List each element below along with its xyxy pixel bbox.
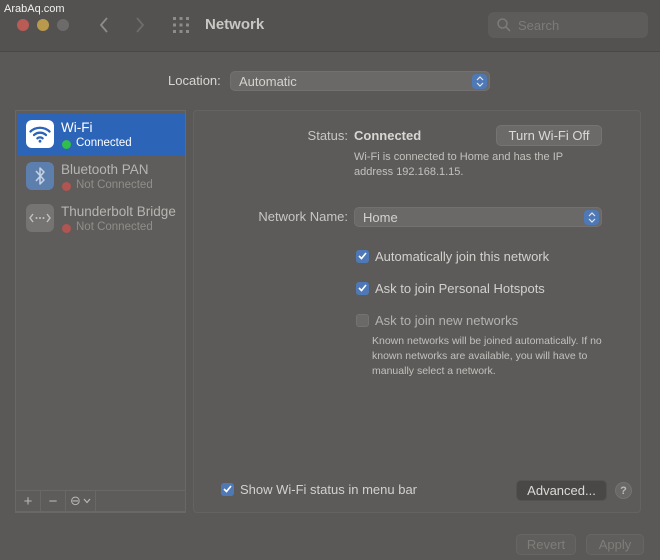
wifi-icon xyxy=(26,120,54,148)
network-name-select[interactable]: Home xyxy=(354,207,602,227)
close-window-button[interactable] xyxy=(17,19,29,31)
turn-wifi-off-button[interactable]: Turn Wi-Fi Off xyxy=(496,125,602,146)
show-wifi-status-checkbox[interactable] xyxy=(221,482,234,496)
checkmark-icon xyxy=(223,485,232,493)
zoom-window-button[interactable] xyxy=(57,19,69,31)
add-service-button[interactable]: + xyxy=(16,491,41,511)
location-value: Automatic xyxy=(239,74,297,89)
service-name: Wi-Fi xyxy=(61,120,93,135)
search-field[interactable] xyxy=(488,12,648,38)
service-item-bluetooth-pan[interactable]: Bluetooth PAN Not Connected xyxy=(18,155,185,197)
status-dot xyxy=(62,224,71,233)
checkmark-icon xyxy=(358,252,367,260)
status-dot xyxy=(62,140,71,149)
select-stepper-icon xyxy=(472,74,487,89)
personal-hotspots-checkbox-row[interactable]: Ask to join Personal Hotspots xyxy=(356,280,545,296)
known-networks-note: Known networks will be joined automatica… xyxy=(372,335,602,377)
service-item-wifi[interactable]: Wi-Fi Connected xyxy=(18,113,185,155)
auto-join-checkbox-row[interactable]: Automatically join this network xyxy=(356,248,549,264)
back-button[interactable] xyxy=(93,14,115,36)
revert-button[interactable]: Revert xyxy=(516,534,576,555)
location-label: Location: xyxy=(168,73,221,88)
advanced-button[interactable]: Advanced... xyxy=(516,480,607,501)
remove-service-button[interactable]: − xyxy=(41,491,66,511)
action-menu-button[interactable]: ⊖ xyxy=(66,491,96,511)
watermark-text: ArabAq.com xyxy=(4,3,65,15)
status-description: Wi-Fi is connected to Home and has the I… xyxy=(354,151,563,178)
network-name-label: Network Name: xyxy=(258,209,348,224)
status-value: Connected xyxy=(354,128,422,143)
service-item-thunderbolt-bridge[interactable]: Thunderbolt Bridge Not Connected xyxy=(18,197,185,239)
show-wifi-status-label: Show Wi-Fi status in menu bar xyxy=(240,481,418,497)
personal-hotspots-checkbox[interactable] xyxy=(356,281,369,295)
network-preferences-window: ArabAq.com Network Location: Automatic xyxy=(0,0,660,560)
minimize-window-button[interactable] xyxy=(37,19,49,31)
location-select[interactable]: Automatic xyxy=(230,71,490,91)
search-input[interactable] xyxy=(518,16,638,34)
service-list-toolbar: + − ⊖ xyxy=(15,490,186,512)
select-stepper-icon xyxy=(584,210,599,225)
service-name: Bluetooth PAN xyxy=(61,162,149,177)
checkmark-icon xyxy=(358,284,367,292)
chevron-right-icon xyxy=(136,17,145,33)
thunderbolt-bridge-icon xyxy=(26,204,54,232)
window-title: Network xyxy=(205,16,265,33)
personal-hotspots-label: Ask to join Personal Hotspots xyxy=(375,280,545,296)
service-status: Connected xyxy=(76,137,132,149)
action-gear-icon: ⊖ xyxy=(70,493,81,508)
auto-join-label: Automatically join this network xyxy=(375,248,550,264)
help-button[interactable]: ? xyxy=(615,482,632,499)
network-name-value: Home xyxy=(363,210,398,225)
search-icon xyxy=(497,18,511,32)
new-networks-checkbox[interactable] xyxy=(356,313,369,327)
new-networks-label: Ask to join new networks xyxy=(375,312,519,328)
apply-button[interactable]: Apply xyxy=(586,534,644,555)
service-status: Not Connected xyxy=(76,221,153,233)
auto-join-checkbox[interactable] xyxy=(356,249,369,263)
bluetooth-icon xyxy=(26,162,54,190)
title-bar: ArabAq.com Network xyxy=(0,0,660,52)
chevron-left-icon xyxy=(99,17,108,33)
service-list: Wi-Fi Connected Bluetooth PAN Not Connec… xyxy=(15,110,186,513)
service-status: Not Connected xyxy=(76,179,153,191)
status-label: Status: xyxy=(307,128,348,143)
show-all-grid-icon[interactable] xyxy=(172,16,190,34)
chevron-down-icon xyxy=(83,498,91,504)
service-name: Thunderbolt Bridge xyxy=(61,204,176,219)
forward-button[interactable] xyxy=(129,14,151,36)
new-networks-checkbox-row[interactable]: Ask to join new networks xyxy=(356,312,518,328)
show-wifi-status-checkbox-row[interactable]: Show Wi-Fi status in menu bar xyxy=(221,481,417,497)
status-dot xyxy=(62,182,71,191)
